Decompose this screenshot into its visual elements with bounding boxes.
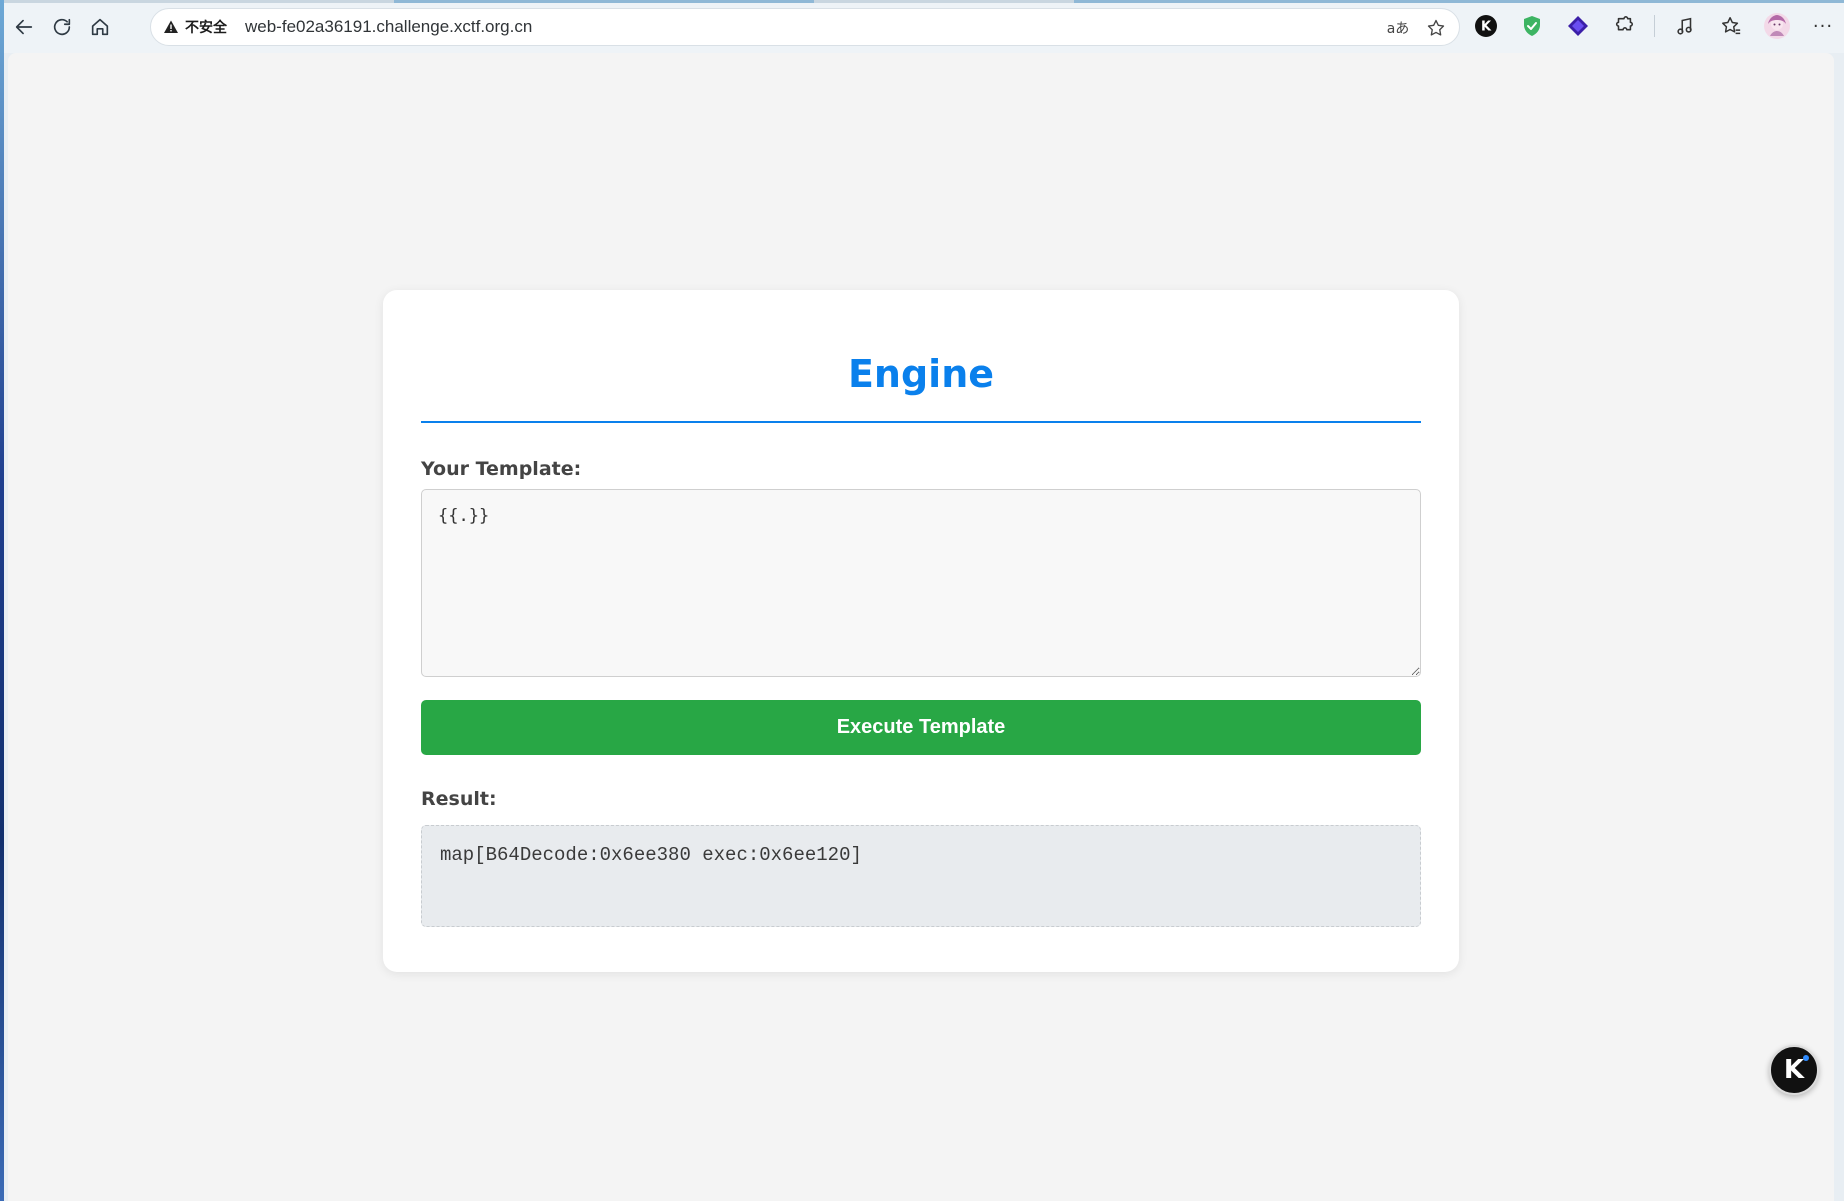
more-menu-icon[interactable]: ··· bbox=[1807, 10, 1839, 42]
home-button[interactable] bbox=[84, 11, 116, 43]
star-icon[interactable] bbox=[1423, 15, 1449, 41]
profile-avatar-icon[interactable] bbox=[1761, 10, 1793, 42]
security-label: 不安全 bbox=[185, 20, 227, 36]
diamond-extension-icon[interactable] bbox=[1562, 10, 1594, 42]
back-button[interactable] bbox=[8, 11, 40, 43]
template-input[interactable] bbox=[421, 489, 1421, 677]
tab-indicator bbox=[1074, 0, 1844, 3]
refresh-icon bbox=[53, 18, 71, 36]
warning-triangle-icon bbox=[164, 20, 178, 33]
translate-icon[interactable]: aあ bbox=[1385, 15, 1411, 41]
shield-extension-icon[interactable] bbox=[1516, 10, 1548, 42]
home-icon bbox=[91, 18, 109, 36]
k-extension-icon[interactable]: K bbox=[1470, 10, 1502, 42]
media-icon[interactable] bbox=[1669, 10, 1701, 42]
template-label: Your Template: bbox=[421, 458, 582, 480]
page-viewport: Engine Your Template: Execute Template R… bbox=[8, 53, 1834, 1201]
favorites-icon[interactable] bbox=[1715, 10, 1747, 42]
notification-dot bbox=[1803, 1055, 1809, 1061]
tab-strip bbox=[4, 0, 1844, 3]
result-label: Result: bbox=[421, 788, 497, 810]
svg-text:K: K bbox=[1481, 20, 1492, 35]
back-arrow-icon bbox=[15, 19, 33, 35]
tab-indicator bbox=[394, 0, 814, 3]
url-text[interactable]: web-fe02a36191.challenge.xctf.org.cn bbox=[245, 17, 532, 37]
toolbar-separator bbox=[1654, 15, 1655, 37]
puzzle-icon[interactable] bbox=[1608, 10, 1640, 42]
floating-k-letter: K bbox=[1783, 1055, 1805, 1085]
title-divider bbox=[421, 421, 1421, 423]
address-bar[interactable]: 不安全 web-fe02a36191.challenge.xctf.org.cn… bbox=[150, 8, 1460, 46]
desktop-background-strip bbox=[0, 0, 4, 1201]
browser-window: 不安全 web-fe02a36191.challenge.xctf.org.cn… bbox=[0, 0, 1844, 1201]
refresh-button[interactable] bbox=[46, 11, 78, 43]
result-output: map[B64Decode:0x6ee380 exec:0x6ee120] bbox=[421, 825, 1421, 927]
scrollbar[interactable] bbox=[1834, 53, 1844, 1201]
execute-template-button[interactable]: Execute Template bbox=[421, 700, 1421, 755]
engine-card: Engine Your Template: Execute Template R… bbox=[383, 290, 1459, 972]
page-title: Engine bbox=[847, 352, 995, 396]
floating-k-widget[interactable]: K bbox=[1769, 1045, 1819, 1095]
security-indicator[interactable]: 不安全 bbox=[163, 17, 227, 37]
extensions-bar: K ··· bbox=[1470, 10, 1839, 42]
